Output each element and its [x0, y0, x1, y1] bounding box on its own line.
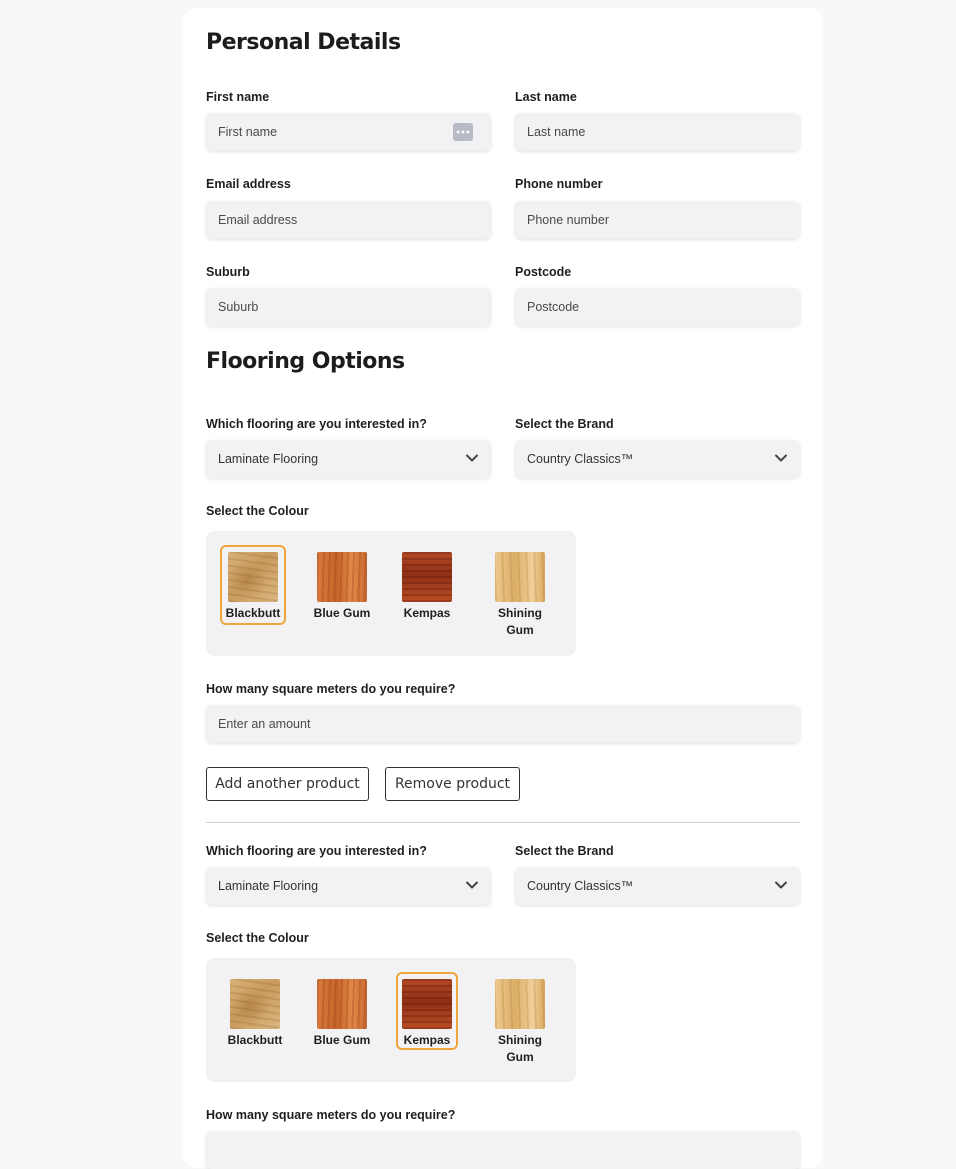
- colour-name: Shining Gum: [498, 1033, 542, 1064]
- postcode-placeholder: Postcode: [527, 300, 580, 314]
- flooring-type-label: Which flooring are you interested in?: [206, 417, 427, 431]
- remove-product-button[interactable]: Remove product: [385, 767, 520, 801]
- colour-option-blue-gum[interactable]: Blue Gum: [309, 547, 375, 622]
- colour-name: Blackbutt: [225, 606, 281, 620]
- flooring-options-title: Flooring Options: [206, 349, 405, 374]
- blue-gum-swatch-image: [317, 979, 367, 1029]
- brand-value: Country Classics™: [527, 452, 634, 466]
- email-label: Email address: [206, 177, 291, 191]
- sqm-label: How many square meters do you require?: [206, 1108, 456, 1122]
- suburb-label: Suburb: [206, 265, 250, 279]
- brand-value: Country Classics™: [527, 879, 634, 893]
- colour-name: Kempas: [403, 1033, 451, 1047]
- colour-name: Shining Gum: [498, 606, 542, 637]
- sqm-label: How many square meters do you require?: [206, 682, 456, 696]
- flooring-type-select[interactable]: Laminate Flooring: [206, 867, 491, 905]
- more-dots-icon[interactable]: [453, 123, 473, 141]
- last-name-label: Last name: [515, 90, 577, 104]
- first-name-placeholder: First name: [218, 125, 278, 139]
- last-name-field[interactable]: Last name: [515, 113, 800, 151]
- colour-option-blackbutt[interactable]: Blackbutt: [220, 545, 286, 625]
- postcode-field[interactable]: Postcode: [515, 288, 800, 326]
- form-card: Personal Details First name First name L…: [183, 8, 823, 1169]
- colour-picker: Blackbutt Blue Gum Kempas Shining Gum: [206, 958, 576, 1082]
- phone-field[interactable]: Phone number: [515, 201, 800, 239]
- brand-label: Select the Brand: [515, 417, 614, 431]
- last-name-placeholder: Last name: [527, 125, 586, 139]
- brand-label: Select the Brand: [515, 844, 614, 858]
- colour-option-blackbutt[interactable]: Blackbutt: [222, 974, 288, 1049]
- chevron-down-icon: [775, 881, 787, 889]
- colour-option-blue-gum[interactable]: Blue Gum: [309, 974, 375, 1049]
- flooring-type-value: Laminate Flooring: [218, 452, 319, 466]
- kempas-swatch-image: [402, 979, 452, 1029]
- product-divider: [206, 822, 800, 823]
- add-product-button[interactable]: Add another product: [206, 767, 369, 801]
- email-field[interactable]: Email address: [206, 201, 491, 239]
- colour-option-shining-gum[interactable]: Shining Gum: [487, 974, 553, 1066]
- chevron-down-icon: [466, 454, 478, 462]
- shining-gum-swatch-image: [495, 552, 545, 602]
- phone-label: Phone number: [515, 177, 603, 191]
- kempas-swatch-image: [402, 552, 452, 602]
- colour-picker: Blackbutt Blue Gum Kempas Shining Gum: [206, 531, 576, 656]
- first-name-label: First name: [206, 90, 270, 104]
- colour-option-kempas[interactable]: Kempas: [394, 547, 460, 622]
- flooring-type-select[interactable]: Laminate Flooring: [206, 440, 491, 478]
- colour-label: Select the Colour: [206, 931, 309, 945]
- chevron-down-icon: [775, 454, 787, 462]
- flooring-type-value: Laminate Flooring: [218, 879, 319, 893]
- personal-details-title: Personal Details: [206, 30, 401, 55]
- sqm-input[interactable]: [206, 1131, 800, 1169]
- colour-name: Blue Gum: [313, 606, 371, 620]
- postcode-label: Postcode: [515, 265, 572, 279]
- colour-option-kempas[interactable]: Kempas: [396, 972, 458, 1050]
- brand-select[interactable]: Country Classics™: [515, 440, 800, 478]
- shining-gum-swatch-image: [495, 979, 545, 1029]
- suburb-field[interactable]: Suburb: [206, 288, 491, 326]
- suburb-placeholder: Suburb: [218, 300, 259, 314]
- colour-name: Blackbutt: [227, 1033, 283, 1047]
- colour-option-shining-gum[interactable]: Shining Gum: [487, 547, 553, 639]
- brand-select[interactable]: Country Classics™: [515, 867, 800, 905]
- first-name-field[interactable]: First name: [206, 113, 491, 151]
- sqm-placeholder: Enter an amount: [218, 717, 311, 731]
- email-placeholder: Email address: [218, 213, 298, 227]
- colour-name: Blue Gum: [313, 1033, 371, 1047]
- colour-name: Kempas: [403, 606, 451, 620]
- blue-gum-swatch-image: [317, 552, 367, 602]
- blackbutt-swatch-image: [228, 552, 278, 602]
- blackbutt-swatch-image: [230, 979, 280, 1029]
- flooring-type-label: Which flooring are you interested in?: [206, 844, 427, 858]
- colour-label: Select the Colour: [206, 504, 309, 518]
- sqm-input[interactable]: Enter an amount: [206, 705, 800, 743]
- phone-placeholder: Phone number: [527, 213, 610, 227]
- chevron-down-icon: [466, 881, 478, 889]
